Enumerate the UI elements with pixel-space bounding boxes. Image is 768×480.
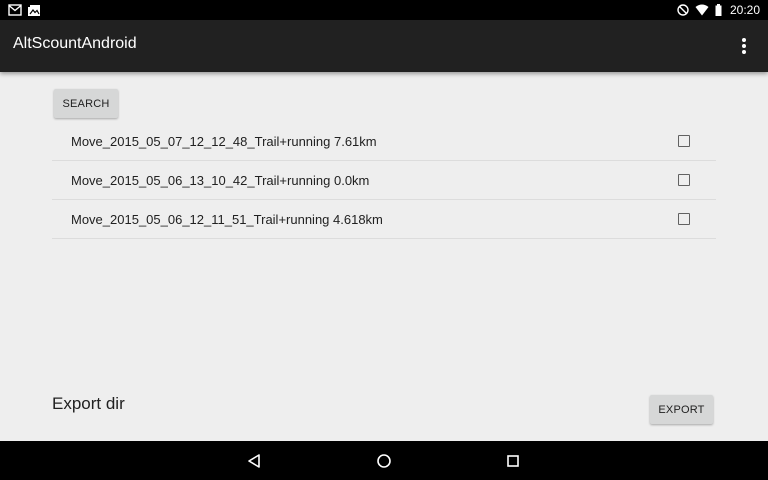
move-label: Move_2015_05_06_12_11_51_Trail+running 4… (71, 212, 383, 227)
back-icon[interactable] (244, 451, 264, 471)
move-label: Move_2015_05_06_13_10_42_Trail+running 0… (71, 173, 370, 188)
wifi-icon (695, 4, 709, 16)
status-bar: 20:20 (0, 0, 768, 20)
status-icons: 20:20 (677, 0, 760, 20)
move-checkbox[interactable] (678, 135, 690, 147)
do-not-disturb-icon (677, 4, 689, 16)
battery-icon (715, 4, 722, 16)
overflow-dot (742, 44, 746, 48)
home-icon-glyph (377, 454, 391, 468)
export-dir-label: Export dir (52, 394, 125, 413)
export-button[interactable]: EXPORT (650, 395, 713, 424)
overflow-dot (742, 38, 746, 42)
list-item[interactable]: Move_2015_05_06_12_11_51_Trail+running 4… (52, 200, 716, 239)
move-label: Move_2015_05_07_12_12_48_Trail+running 7… (71, 134, 377, 149)
list-item[interactable]: Move_2015_05_06_13_10_42_Trail+running 0… (52, 161, 716, 200)
status-time: 20:20 (729, 3, 760, 17)
list-item[interactable]: Move_2015_05_07_12_12_48_Trail+running 7… (52, 122, 716, 161)
overflow-dot (742, 50, 746, 54)
move-checkbox[interactable] (678, 213, 690, 225)
gmail-notification-icon (8, 4, 22, 16)
home-icon[interactable] (374, 451, 394, 471)
app-bar: AltScountAndroid (0, 20, 768, 72)
move-list: Move_2015_05_07_12_12_48_Trail+running 7… (52, 122, 716, 239)
recents-icon[interactable] (503, 451, 523, 471)
back-icon-glyph (248, 454, 260, 468)
more-vert-icon[interactable] (728, 30, 760, 62)
move-checkbox[interactable] (678, 174, 690, 186)
app-title: AltScountAndroid (13, 35, 137, 52)
search-button[interactable]: SEARCH (54, 89, 118, 118)
nav-bar (0, 441, 768, 480)
photo-notification-icon (28, 5, 40, 16)
recents-icon-glyph (507, 455, 519, 467)
screen: 20:20 AltScountAndroid SEARCH Move_2015_… (0, 0, 768, 480)
